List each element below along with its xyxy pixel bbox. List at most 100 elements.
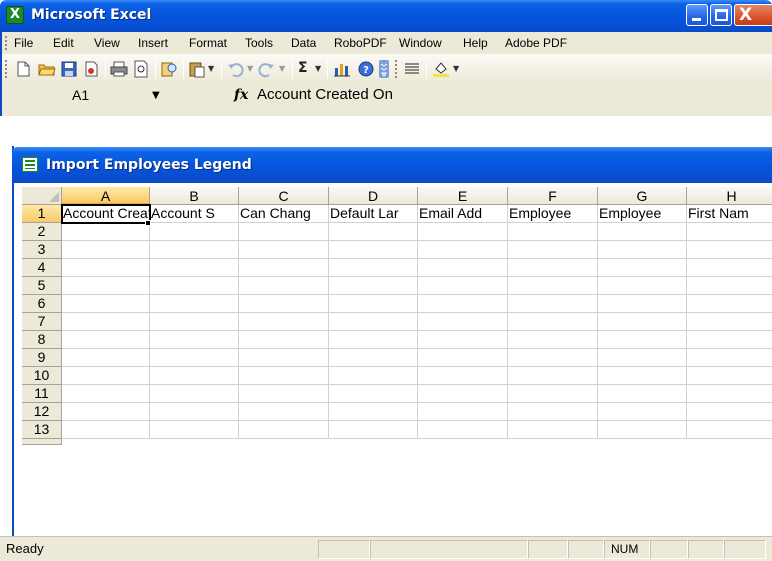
grid-cell[interactable] [687, 277, 772, 295]
grid-cell[interactable] [239, 241, 329, 259]
grid-cell[interactable] [508, 349, 598, 367]
row-header-4[interactable]: 4 [22, 259, 62, 277]
grid-cell[interactable] [598, 223, 687, 241]
row-header-8[interactable]: 8 [22, 331, 62, 349]
print-preview-icon[interactable] [132, 60, 150, 78]
workbook-icon[interactable] [22, 157, 38, 172]
column-header-c[interactable]: C [239, 187, 329, 205]
paste-dropdown-icon[interactable]: ▼ [208, 64, 214, 73]
grid-cell[interactable] [150, 331, 239, 349]
grid-cell[interactable] [329, 295, 418, 313]
grid-cell[interactable] [150, 313, 239, 331]
menu-file[interactable]: File [14, 36, 33, 50]
close-button[interactable]: X [734, 4, 772, 26]
grid-cell[interactable] [687, 367, 772, 385]
grid-cell[interactable] [62, 421, 150, 439]
grid-cell[interactable] [687, 259, 772, 277]
grid-cell[interactable] [418, 295, 508, 313]
grid-cell[interactable] [150, 421, 239, 439]
grid-cell[interactable] [687, 223, 772, 241]
grid-cell[interactable] [150, 403, 239, 421]
grid-cell[interactable] [239, 403, 329, 421]
grid-cell[interactable] [598, 277, 687, 295]
print-icon[interactable] [110, 60, 128, 78]
toolbar-grip[interactable] [5, 60, 7, 78]
row-header-5[interactable]: 5 [22, 277, 62, 295]
row-header-13[interactable]: 13 [22, 421, 62, 439]
toolbar-options-icon[interactable] [379, 60, 389, 78]
save-icon[interactable] [60, 60, 78, 78]
grid-cell[interactable] [62, 259, 150, 277]
autosum-icon[interactable]: Σ [298, 60, 308, 76]
grid-cell[interactable] [239, 259, 329, 277]
undo-dropdown-icon[interactable]: ▼ [247, 64, 253, 73]
grid-cell[interactable] [239, 313, 329, 331]
grid-cell[interactable] [329, 223, 418, 241]
menu-edit[interactable]: Edit [53, 36, 74, 50]
grid-cell[interactable] [329, 421, 418, 439]
grid-cell[interactable] [508, 223, 598, 241]
grid-cell[interactable] [418, 331, 508, 349]
grid-cell[interactable]: Email Add [418, 205, 508, 223]
open-icon[interactable] [38, 60, 56, 78]
grid-cell[interactable] [418, 223, 508, 241]
grid-cell[interactable] [62, 403, 150, 421]
excel-icon[interactable]: X [6, 6, 24, 24]
name-box[interactable]: A1 [44, 87, 114, 105]
grid-cell[interactable] [62, 367, 150, 385]
grid-cell[interactable] [508, 403, 598, 421]
grid-cell[interactable] [329, 277, 418, 295]
grid-cell[interactable] [418, 367, 508, 385]
grid-cell[interactable] [62, 349, 150, 367]
grid-cell[interactable] [598, 295, 687, 313]
grid-cell[interactable] [598, 367, 687, 385]
grid-cell[interactable] [239, 223, 329, 241]
grid-cell[interactable] [598, 259, 687, 277]
grid-cell[interactable] [598, 331, 687, 349]
formula-input[interactable]: Account Created On [255, 85, 765, 107]
grid-cell[interactable] [239, 385, 329, 403]
grid-cell[interactable] [150, 241, 239, 259]
grid-cell[interactable] [150, 295, 239, 313]
row-header-7[interactable]: 7 [22, 313, 62, 331]
grid-cell[interactable] [150, 223, 239, 241]
column-header-g[interactable]: G [598, 187, 687, 205]
grid-cell[interactable] [329, 259, 418, 277]
selected-cell[interactable]: Account Created On [61, 204, 151, 224]
align-icon[interactable] [403, 60, 421, 78]
grid-cell[interactable] [62, 385, 150, 403]
help-icon[interactable]: ? [357, 60, 375, 78]
grid-cell[interactable] [598, 385, 687, 403]
menu-help[interactable]: Help [463, 36, 488, 50]
grid-cell[interactable] [508, 277, 598, 295]
row-header-partial[interactable] [22, 439, 62, 445]
toolbar-grip[interactable] [395, 60, 397, 78]
grid-cell[interactable] [329, 331, 418, 349]
menu-view[interactable]: View [94, 36, 120, 50]
grid-cell[interactable] [598, 241, 687, 259]
grid-cell[interactable] [687, 241, 772, 259]
grid-cell[interactable] [687, 403, 772, 421]
grid-cell[interactable] [508, 421, 598, 439]
grid-cell[interactable] [150, 259, 239, 277]
row-header-1[interactable]: 1 [22, 205, 62, 223]
menu-data[interactable]: Data [291, 36, 316, 50]
grid-cell[interactable]: Employee [598, 205, 687, 223]
grid-cell[interactable] [687, 313, 772, 331]
menu-grip[interactable] [5, 36, 7, 50]
grid-cell[interactable] [239, 367, 329, 385]
fill-handle[interactable] [145, 220, 151, 226]
grid-cell[interactable] [687, 331, 772, 349]
grid-cell[interactable] [150, 367, 239, 385]
menu-window[interactable]: Window [399, 36, 442, 50]
row-header-10[interactable]: 10 [22, 367, 62, 385]
permission-icon[interactable] [82, 60, 100, 78]
grid-cell[interactable] [418, 313, 508, 331]
grid-cell[interactable] [508, 385, 598, 403]
redo-dropdown-icon[interactable]: ▼ [279, 64, 285, 73]
grid-cell[interactable] [329, 313, 418, 331]
row-header-3[interactable]: 3 [22, 241, 62, 259]
grid-cell[interactable]: Default Lar [329, 205, 418, 223]
grid-cell[interactable] [418, 349, 508, 367]
column-header-a[interactable]: A [62, 187, 150, 205]
